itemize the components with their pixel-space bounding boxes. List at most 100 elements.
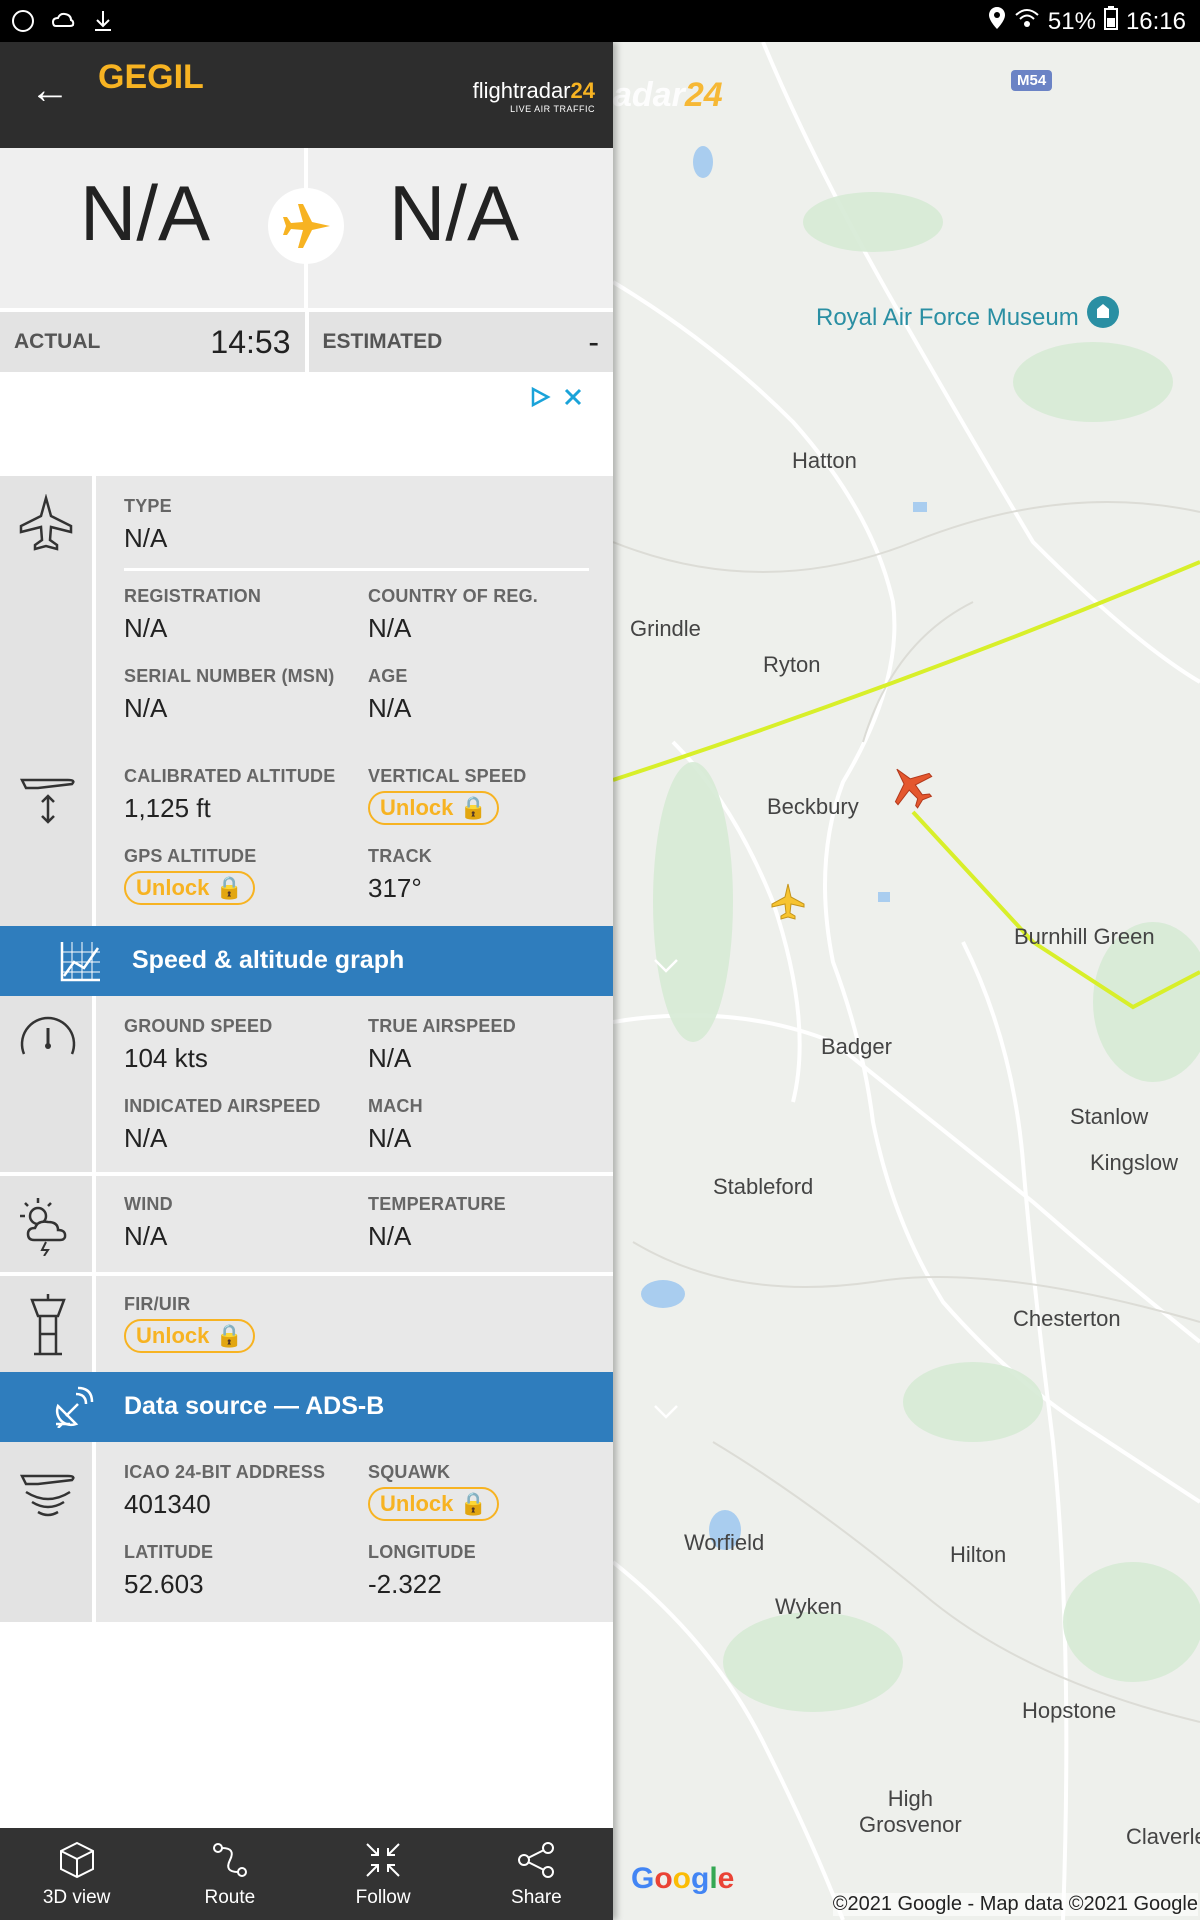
clock: 16:16 xyxy=(1125,7,1186,35)
origin-code: N/A xyxy=(80,169,211,257)
battery-icon xyxy=(1103,6,1118,37)
mach-field: MACH N/A xyxy=(368,1096,423,1153)
icao-field: ICAO 24-BIT ADDRESS 401340 xyxy=(124,1462,326,1519)
place-label[interactable]: Royal Air Force Museum xyxy=(816,304,1079,332)
place-label: Claverle xyxy=(1126,1824,1200,1849)
route-icon xyxy=(212,1843,247,1877)
speed-section: GROUND SPEED 104 kts TRUE AIRSPEED N/A I… xyxy=(0,996,613,1172)
airplane-icon xyxy=(268,188,344,264)
gps-altitude-field: GPS ALTITUDE Unlock 🔒 xyxy=(124,846,256,905)
place-label: Hopstone xyxy=(1022,1698,1117,1723)
lock-icon: 🔒 xyxy=(215,1323,243,1348)
follow-icon xyxy=(366,1843,400,1877)
bottom-nav: 3D view Route Follow Share xyxy=(0,1828,613,1920)
data-source-toggle[interactable]: Data source — ADS-B xyxy=(0,1372,678,1442)
share-icon xyxy=(518,1842,555,1878)
place-label: Kingslow xyxy=(1090,1150,1179,1175)
flightradar-logo: flightradar24 LIVE AIR TRAFFIC xyxy=(472,78,595,114)
longitude-field: LONGITUDE -2.322 xyxy=(368,1542,476,1599)
speedometer-icon xyxy=(20,1016,76,1055)
times-row: ACTUAL 14:53 ESTIMATED - xyxy=(0,308,613,372)
location-icon xyxy=(988,6,1006,37)
estimated-time: ESTIMATED - xyxy=(308,312,613,372)
wind-field: WIND N/A xyxy=(124,1194,173,1251)
back-button[interactable]: ← xyxy=(30,70,70,112)
data-source-section: ICAO 24-BIT ADDRESS 401340 SQUAWK Unlock… xyxy=(0,1442,613,1622)
true-airspeed-field: TRUE AIRSPEED N/A xyxy=(368,1016,516,1073)
place-label: Hilton xyxy=(950,1542,1007,1567)
status-bar: 51% 16:16 xyxy=(0,0,1200,42)
speed-altitude-graph-toggle[interactable]: Speed & altitude graph xyxy=(0,926,678,996)
close-ad-icon[interactable] xyxy=(563,386,583,415)
flight-callsign: GEGIL xyxy=(98,58,204,96)
museum-marker-icon[interactable] xyxy=(1087,296,1119,328)
track-field: TRACK 317° xyxy=(368,846,432,903)
ads-b-icon xyxy=(19,1474,75,1517)
satellite-dish-icon xyxy=(55,1386,94,1428)
place-label: Wyken xyxy=(775,1594,843,1619)
place-label: Burnhill Green xyxy=(1014,924,1155,949)
download-icon xyxy=(90,8,116,34)
age-field: AGE N/A xyxy=(368,666,412,723)
share-button[interactable]: Share xyxy=(460,1828,613,1920)
3d-view-button[interactable]: 3D view xyxy=(0,1828,153,1920)
altitude-icon xyxy=(19,778,75,824)
map-copyright: ©2021 Google - Map data ©2021 Google xyxy=(832,1893,1198,1916)
flight-details-panel: ← GEGIL flightradar24 LIVE AIR TRAFFIC N… xyxy=(0,42,678,1920)
place-label: High Grosvenor xyxy=(859,1786,962,1837)
fir-section: FIR/UIR Unlock 🔒 xyxy=(0,1272,613,1372)
cube-icon xyxy=(59,1841,94,1879)
battery-percent: 51% xyxy=(1047,7,1096,35)
route-button[interactable]: Route xyxy=(153,1828,306,1920)
destination-code: N/A xyxy=(389,169,520,257)
map-watermark: adar24 xyxy=(613,76,723,114)
place-label: Worfield xyxy=(684,1530,765,1555)
map-view[interactable]: adar24 M54 Royal Air Force Museum Hatton… xyxy=(613,42,1200,1920)
adchoices-icon[interactable] xyxy=(529,386,551,415)
fir-unlock-button[interactable]: Unlock 🔒 xyxy=(124,1319,255,1353)
road-badge: M54 xyxy=(1011,70,1053,91)
google-logo: Google xyxy=(631,1862,735,1895)
place-label: Beckbury xyxy=(767,794,859,819)
country-field: COUNTRY OF REG. N/A xyxy=(368,586,539,643)
speed-altitude-graph-title: Speed & altitude graph xyxy=(132,946,405,974)
aircraft-section: TYPE N/A REGISTRATION N/A COUNTRY OF REG… xyxy=(0,476,613,926)
squawk-field: SQUAWK Unlock 🔒 xyxy=(368,1462,499,1521)
vertical-speed-unlock-button[interactable]: Unlock 🔒 xyxy=(368,791,499,825)
temperature-field: TEMPERATURE N/A xyxy=(368,1194,506,1251)
wifi-icon xyxy=(1014,7,1040,36)
squawk-unlock-button[interactable]: Unlock 🔒 xyxy=(368,1487,499,1521)
data-source-title: Data source — ADS-B xyxy=(124,1392,385,1420)
registration-field: REGISTRATION N/A xyxy=(124,586,262,643)
panel-header: ← GEGIL flightradar24 LIVE AIR TRAFFIC xyxy=(0,42,613,148)
lock-icon: 🔒 xyxy=(459,1491,487,1516)
place-label: Stanlow xyxy=(1070,1104,1149,1129)
place-label: Badger xyxy=(821,1034,892,1059)
indicated-airspeed-field: INDICATED AIRSPEED N/A xyxy=(124,1096,321,1153)
lock-icon: 🔒 xyxy=(215,875,243,900)
selected-aircraft-icon[interactable] xyxy=(880,755,941,816)
vertical-speed-field: VERTICAL SPEED Unlock 🔒 xyxy=(368,766,527,825)
ad-banner[interactable] xyxy=(0,372,613,476)
place-label: Stableford xyxy=(713,1174,814,1199)
control-tower-icon xyxy=(30,1294,66,1356)
place-label: Ryton xyxy=(763,652,821,677)
follow-button[interactable]: Follow xyxy=(307,1828,460,1920)
place-label: Hatton xyxy=(792,448,857,473)
type-field: TYPE N/A xyxy=(124,496,172,553)
graph-icon xyxy=(60,942,100,982)
fir-field: FIR/UIR Unlock 🔒 xyxy=(124,1294,255,1353)
weather-icon xyxy=(20,1198,67,1256)
cloud-icon xyxy=(50,8,76,34)
gps-altitude-unlock-button[interactable]: Unlock 🔒 xyxy=(124,871,255,905)
aircraft-icon xyxy=(19,494,73,551)
weather-section: WIND N/A TEMPERATURE N/A xyxy=(0,1172,613,1272)
lock-icon: 🔒 xyxy=(459,795,487,820)
route-summary: N/A N/A xyxy=(0,148,613,308)
place-label: Chesterton xyxy=(1013,1306,1121,1331)
ground-speed-field: GROUND SPEED 104 kts xyxy=(124,1016,273,1073)
serial-field: SERIAL NUMBER (MSN) N/A xyxy=(124,666,335,723)
calibrated-altitude-field: CALIBRATED ALTITUDE 1,125 ft xyxy=(124,766,336,823)
latitude-field: LATITUDE 52.603 xyxy=(124,1542,214,1599)
place-label: Grindle xyxy=(630,616,701,641)
